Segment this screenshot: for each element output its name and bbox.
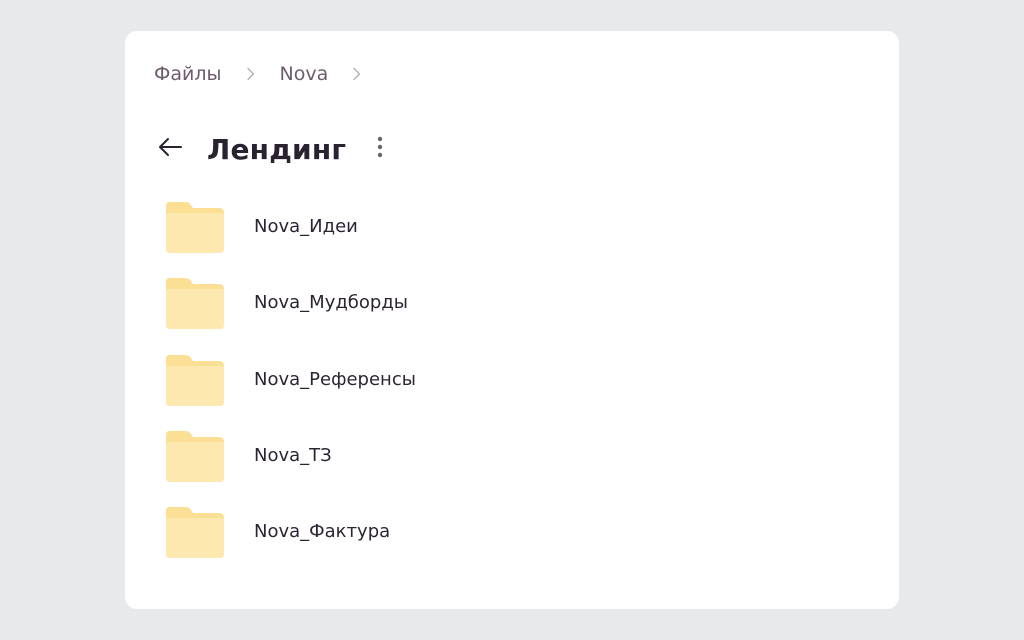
list-item[interactable]: Nova_Референсы xyxy=(165,352,865,428)
breadcrumb: Файлы Nova xyxy=(154,60,386,88)
folder-name: Nova_Мудборды xyxy=(254,292,408,314)
chevron-right-icon xyxy=(246,67,256,81)
breadcrumb-item-nova[interactable]: Nova xyxy=(280,60,329,88)
list-item[interactable]: Nova_Идеи xyxy=(165,199,865,275)
more-vertical-icon xyxy=(376,135,384,163)
list-item[interactable]: Nova_Фактура xyxy=(165,504,865,580)
arrow-left-icon xyxy=(157,136,183,162)
list-item[interactable]: Nova_Мудборды xyxy=(165,275,865,351)
chevron-right-icon xyxy=(352,67,362,81)
folder-name: Nova_Идеи xyxy=(254,216,358,237)
folder-list: Nova_Идеи Nova_Мудборды Nova_Референсы N… xyxy=(165,199,865,580)
title-row: Лендинг xyxy=(155,129,392,169)
folder-name: Nova_ТЗ xyxy=(254,444,332,466)
folder-name: Nova_Референсы xyxy=(254,368,416,390)
folder-icon xyxy=(165,429,225,483)
folder-icon xyxy=(165,505,225,559)
more-options-button[interactable] xyxy=(368,133,392,165)
back-button[interactable] xyxy=(155,134,185,164)
folder-icon xyxy=(165,353,225,407)
file-browser-panel: Файлы Nova Лендинг Nova_Идеи Nova_Мудбор… xyxy=(125,31,899,609)
list-item[interactable]: Nova_ТЗ xyxy=(165,428,865,504)
folder-name: Nova_Фактура xyxy=(254,521,391,543)
page-title: Лендинг xyxy=(207,132,347,166)
folder-icon xyxy=(165,276,225,330)
breadcrumb-item-files[interactable]: Файлы xyxy=(154,60,222,88)
folder-icon xyxy=(165,200,225,254)
